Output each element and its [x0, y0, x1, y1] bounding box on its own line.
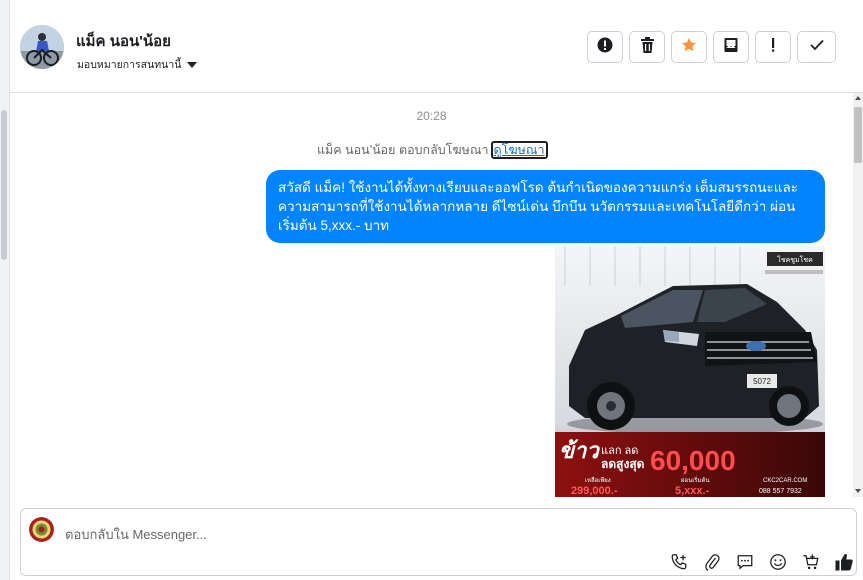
view-ad-link[interactable]: ดูโฆษณา — [490, 141, 548, 159]
thread-scrollbar-thumb[interactable] — [854, 107, 862, 163]
shop-button[interactable] — [799, 553, 823, 575]
attach-file-button[interactable] — [700, 553, 724, 575]
check-icon — [809, 38, 824, 56]
smiley-icon — [769, 553, 787, 576]
star-button[interactable] — [671, 31, 707, 63]
assign-conversation-dropdown[interactable]: มอบหมายการสนทนานี้ — [77, 56, 198, 73]
inbox-icon — [723, 37, 739, 58]
ad-subheadline-2: ลดสูงสุด — [601, 457, 645, 472]
header-actions — [587, 31, 836, 63]
mark-done-button[interactable] — [797, 31, 836, 63]
emoji-button[interactable] — [766, 553, 790, 575]
mark-important-button[interactable] — [755, 31, 791, 63]
ad-phone: 088 557 7932 — [759, 488, 802, 495]
left-scrollbar-thumb[interactable] — [1, 110, 7, 260]
message-timestamp: 20:28 — [416, 109, 447, 123]
ad-installment: 5,xxx.- — [675, 485, 710, 497]
send-like-button[interactable] — [832, 553, 856, 575]
outgoing-message-bubble[interactable]: สวัสดี แม็ค! ใช้งานได้ทั้งทางเรียบและออฟ… — [266, 170, 825, 243]
assign-label: มอบหมายการสนทนานี้ — [77, 59, 182, 71]
ad-reply-text: แม็ค นอน'น้อย ตอบกลับโฆษณา — [317, 143, 489, 157]
conversation-header: แม็ค นอน'น้อย มอบหมายการสนทนานี้ — [10, 0, 863, 93]
scroll-down-arrow-icon[interactable] — [855, 489, 861, 493]
ad-headline: ข้าว — [559, 438, 600, 463]
contact-avatar[interactable] — [20, 25, 64, 69]
thumbs-up-icon — [834, 552, 854, 577]
ad-price: 299,000.- — [571, 485, 618, 497]
reply-input-placeholder[interactable]: ตอบกลับใน Messenger... — [65, 524, 207, 545]
left-panel-edge — [0, 0, 10, 580]
page-avatar — [29, 517, 54, 542]
message-thread: 20:28 แม็ค นอน'น้อย ตอบกลับโฆษณา ดูโฆษณา… — [10, 93, 853, 497]
add-call-icon — [670, 553, 688, 576]
reply-composer[interactable]: ตอบกลับใน Messenger... — [20, 508, 857, 576]
cart-icon — [802, 553, 820, 576]
message-text: สวัสดี แม็ค! ใช้งานได้ทั้งทางเรียบและออฟ… — [278, 180, 798, 233]
saved-replies-button[interactable] — [733, 553, 757, 575]
delete-button[interactable] — [629, 31, 665, 63]
add-call-button[interactable] — [667, 553, 691, 575]
chat-bubble-icon — [736, 553, 754, 576]
spam-button[interactable] — [587, 31, 623, 63]
move-to-done-button[interactable] — [713, 31, 749, 63]
ad-reply-notice: แม็ค นอน'น้อย ตอบกลับโฆษณา ดูโฆษณา — [317, 140, 548, 160]
scroll-up-arrow-icon[interactable] — [855, 96, 861, 100]
ad-discount: 60,000 — [650, 445, 736, 476]
trash-icon — [640, 36, 655, 58]
ad-installment-label: ผ่อนเริ่มต้น — [681, 476, 709, 484]
alert-circle-icon — [597, 37, 613, 58]
contact-name[interactable]: แม็ค นอน'น้อย — [76, 29, 171, 53]
paperclip-icon — [703, 553, 721, 576]
composer-toolbar — [667, 553, 856, 575]
exclamation-icon — [770, 37, 776, 58]
ad-subheadline: แลก ลด — [601, 445, 638, 457]
ad-site: CKC2CAR.COM — [763, 478, 807, 484]
license-plate: 5072 — [753, 377, 771, 386]
brand-logo: โชคชูมโชค — [777, 255, 813, 264]
ad-image-attachment[interactable]: โชคชูมโชค 5072 ข้าว แลก ลด ลดสูงสุด 60,0… — [555, 246, 825, 497]
thread-scrollbar[interactable] — [853, 93, 863, 497]
caret-down-icon — [187, 61, 198, 68]
ad-price-label: เหลือเพียง — [585, 476, 611, 484]
star-icon — [681, 37, 697, 58]
